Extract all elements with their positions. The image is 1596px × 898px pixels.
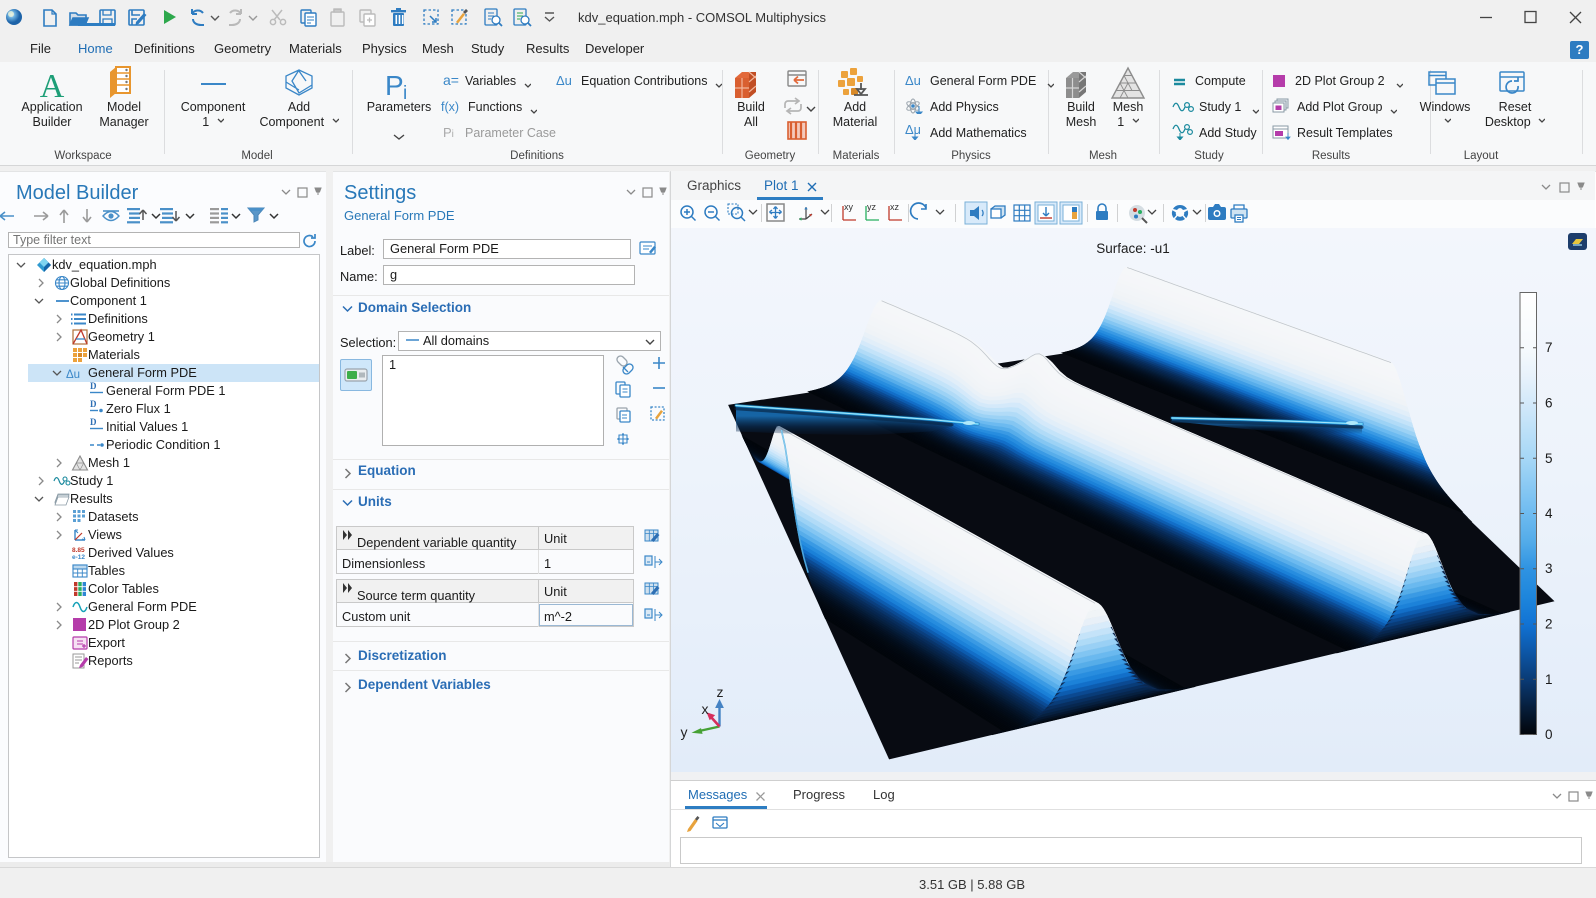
svg-text:7: 7 [1545,340,1553,355]
svg-text:D: D [90,417,97,427]
svg-text:xz: xz [890,202,900,212]
svg-text:3: 3 [1545,561,1553,576]
svg-text:z: z [717,684,724,700]
svg-text:x: x [702,701,709,717]
svg-text:e-12: e-12 [72,554,85,561]
svg-text:D: D [90,381,97,391]
svg-text:4: 4 [1545,506,1553,521]
svg-text:6: 6 [1545,396,1553,411]
svg-text:5: 5 [1545,451,1553,466]
svg-text:Δu: Δu [905,74,921,88]
svg-text:Pi: Pi [443,126,454,140]
svg-text:a=: a= [443,74,459,88]
svg-text:8.85: 8.85 [72,547,85,554]
svg-text:Surface: -u1: Surface: -u1 [1096,241,1170,256]
svg-text:1: 1 [1545,672,1553,687]
svg-text:xy: xy [844,202,854,212]
svg-text:2: 2 [1545,617,1553,632]
svg-text:D: D [90,399,97,409]
svg-text:yz: yz [867,202,877,212]
svg-text:Δu: Δu [905,124,921,137]
svg-text:0: 0 [1545,727,1553,742]
svg-text:Δu: Δu [556,74,572,88]
svg-text:Δu: Δu [66,369,80,381]
svg-text:y: y [681,724,688,740]
svg-text:f(x): f(x) [441,100,459,114]
